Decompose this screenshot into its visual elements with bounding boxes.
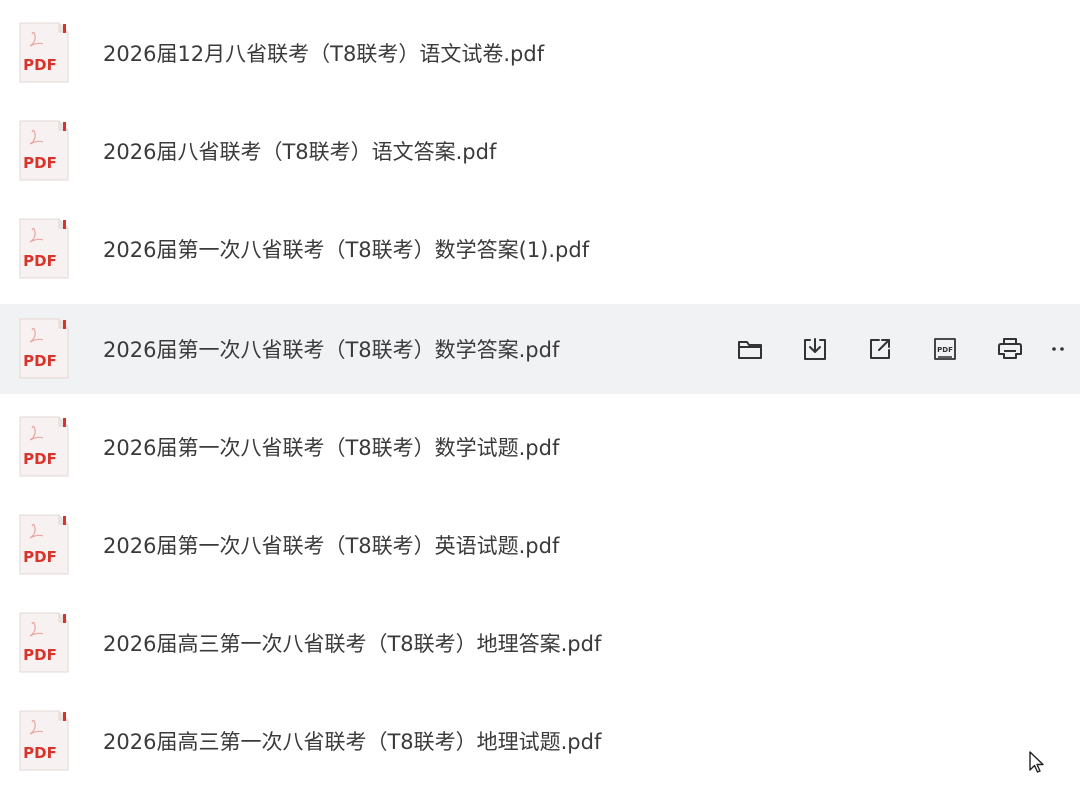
pdf-file-icon [19,416,69,477]
file-row[interactable]: 2026届高三第一次八省联考（T8联考）地理答案.pdf [0,598,1080,688]
pdf-file-icon [19,612,69,673]
file-name[interactable]: 2026届第一次八省联考（T8联考）数学答案(1).pdf [103,234,589,264]
pdf-file-icon [19,120,69,181]
pdf-convert-icon[interactable]: PDF [925,329,965,369]
external-link-icon[interactable] [860,329,900,369]
file-row-hovered[interactable]: 2026届第一次八省联考（T8联考）数学答案.pdf PDF [0,304,1080,394]
file-list: 2026届12月八省联考（T8联考）语文试卷.pdf 2026届八省联考（T8联… [0,0,1080,771]
pdf-file-icon [19,514,69,575]
file-name[interactable]: 2026届第一次八省联考（T8联考）数学试题.pdf [103,432,559,462]
row-actions: PDF [730,329,1080,369]
print-icon[interactable] [990,329,1030,369]
file-name[interactable]: 2026届高三第一次八省联考（T8联考）地理试题.pdf [103,726,601,756]
folder-icon[interactable] [730,329,770,369]
download-icon[interactable] [795,329,835,369]
pdf-file-icon [19,218,69,279]
file-row[interactable]: 2026届第一次八省联考（T8联考）数学试题.pdf [0,402,1080,492]
pdf-file-icon [19,318,69,379]
file-row[interactable]: 2026届八省联考（T8联考）语文答案.pdf [0,106,1080,196]
file-name[interactable]: 2026届高三第一次八省联考（T8联考）地理答案.pdf [103,628,601,658]
pdf-file-icon [19,22,69,83]
file-name[interactable]: 2026届八省联考（T8联考）语文答案.pdf [103,136,496,166]
file-name[interactable]: 2026届第一次八省联考（T8联考）数学答案.pdf [103,334,559,364]
file-row[interactable]: 2026届高三第一次八省联考（T8联考）地理试题.pdf [0,696,1080,786]
svg-text:PDF: PDF [937,346,953,354]
file-name[interactable]: 2026届第一次八省联考（T8联考）英语试题.pdf [103,530,559,560]
more-icon[interactable] [1048,329,1080,369]
mouse-cursor-icon [1029,751,1044,773]
pdf-file-icon [19,710,69,771]
file-row[interactable]: 2026届第一次八省联考（T8联考）英语试题.pdf [0,500,1080,590]
file-name[interactable]: 2026届12月八省联考（T8联考）语文试卷.pdf [103,38,544,68]
file-row[interactable]: 2026届12月八省联考（T8联考）语文试卷.pdf [0,8,1080,98]
file-row[interactable]: 2026届第一次八省联考（T8联考）数学答案(1).pdf [0,204,1080,294]
